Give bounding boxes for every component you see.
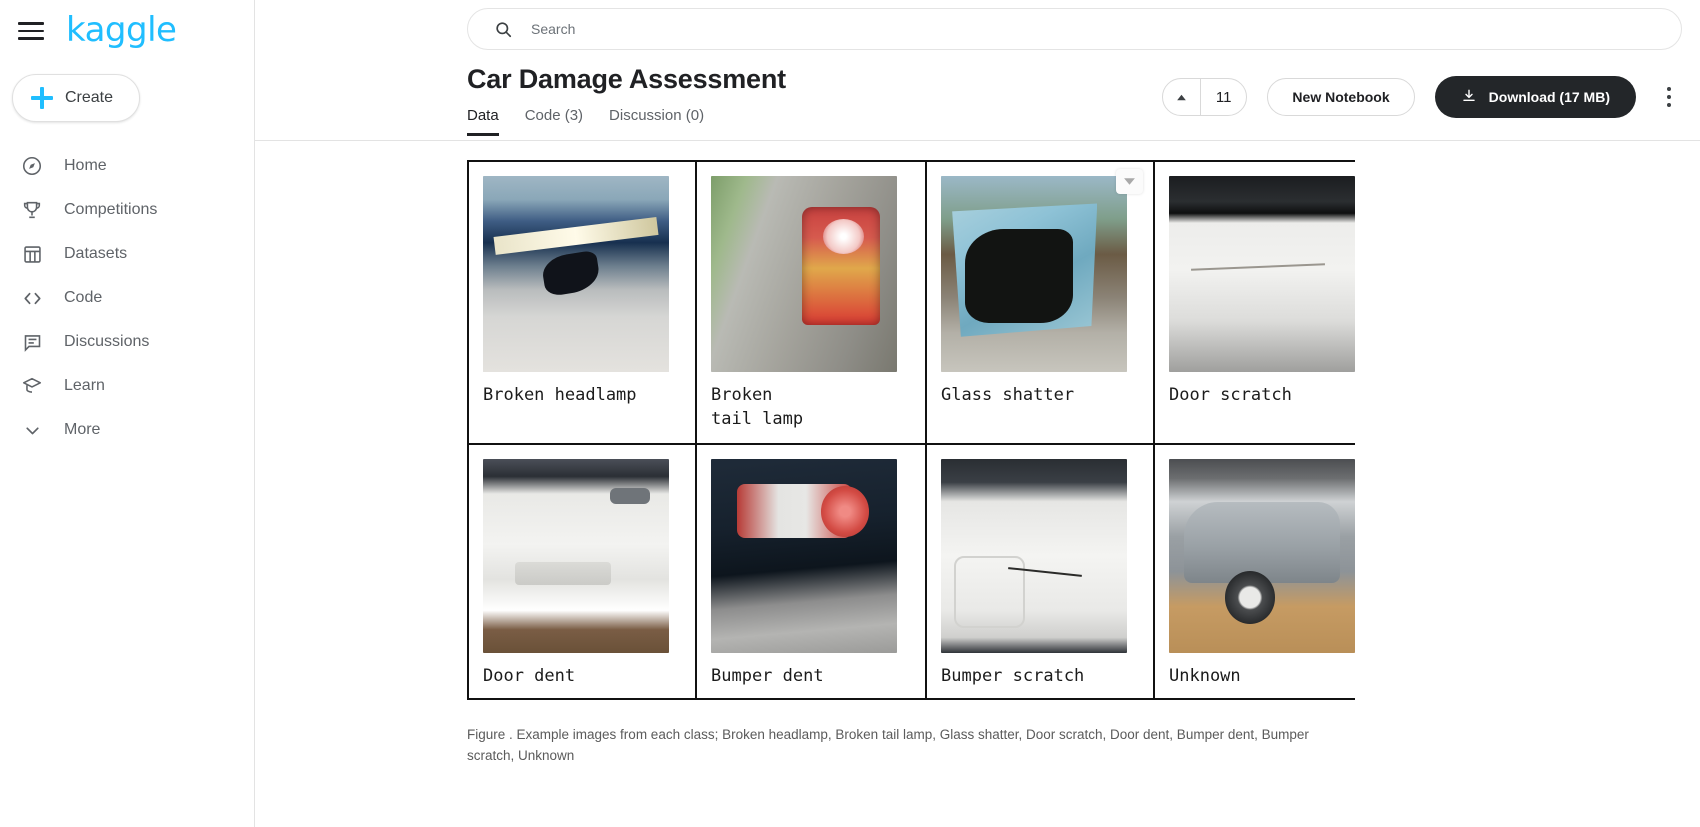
search-bar[interactable] <box>467 8 1682 50</box>
search-input[interactable] <box>531 21 1681 37</box>
download-button[interactable]: Download (17 MB) <box>1434 76 1636 118</box>
sidebar-item-label: More <box>64 421 101 438</box>
chevron-down-icon <box>20 418 44 442</box>
sidebar: kaggle Create Home Competitions Datasets… <box>0 0 255 827</box>
grid-cell-door-dent: Door dent <box>469 445 697 698</box>
comment-icon <box>20 330 44 354</box>
example-images-grid: Broken headlamp Broken tail lamp Glass s… <box>467 160 1355 700</box>
example-image <box>711 176 897 372</box>
figure-caption: Figure . Example images from each class;… <box>467 727 1309 764</box>
dataset-description-content: Broken headlamp Broken tail lamp Glass s… <box>255 141 1700 827</box>
create-button[interactable]: Create <box>12 74 140 122</box>
grid-cell-glass-shatter: Glass shatter <box>927 162 1155 445</box>
grid-cell-broken-headlamp: Broken headlamp <box>469 162 697 445</box>
upvote-icon[interactable] <box>1163 79 1201 115</box>
example-image <box>711 459 897 653</box>
vote-count: 11 <box>1215 88 1232 106</box>
sidebar-header: kaggle <box>0 0 254 62</box>
graduation-cap-icon <box>20 374 44 398</box>
tab-data[interactable]: Data <box>467 107 499 136</box>
sidebar-item-competitions[interactable]: Competitions <box>0 188 254 232</box>
download-icon <box>1461 88 1477 107</box>
compass-icon <box>20 154 44 178</box>
class-label: Glass shatter <box>941 385 1075 405</box>
example-image <box>941 459 1127 653</box>
example-image <box>941 176 1127 372</box>
plus-icon <box>31 87 53 109</box>
sidebar-item-more[interactable]: More <box>0 408 254 452</box>
sidebar-item-label: Competitions <box>64 201 158 218</box>
class-label: Door dent <box>483 665 576 686</box>
class-label: Bumper dent <box>711 665 824 686</box>
more-options-icon[interactable] <box>1656 80 1682 114</box>
example-image <box>483 176 669 372</box>
download-button-label: Download (17 MB) <box>1488 89 1610 105</box>
trophy-icon <box>20 198 44 222</box>
sidebar-nav: Home Competitions Datasets Code Discussi… <box>0 144 254 452</box>
tab-code[interactable]: Code (3) <box>525 107 583 136</box>
class-label: Bumper scratch <box>941 665 1085 686</box>
new-notebook-button[interactable]: New Notebook <box>1267 78 1415 116</box>
example-image <box>1169 459 1355 653</box>
example-image <box>1169 176 1355 372</box>
sidebar-item-label: Learn <box>64 377 105 394</box>
sidebar-item-home[interactable]: Home <box>0 144 254 188</box>
header-actions: 11 New Notebook Download (17 MB) <box>1161 76 1682 118</box>
grid-cell-door-scratch: Door scratch <box>1155 162 1355 445</box>
kaggle-dataset-page: kaggle Create Home Competitions Datasets… <box>0 0 1700 827</box>
grid-cell-bumper-scratch: Bumper scratch <box>927 445 1155 698</box>
code-brackets-icon <box>20 286 44 310</box>
class-label: Broken tail lamp <box>711 385 804 430</box>
sidebar-item-label: Home <box>64 157 107 174</box>
sidebar-item-label: Code <box>64 289 103 306</box>
kaggle-logo[interactable]: kaggle <box>66 13 177 47</box>
create-button-label: Create <box>65 89 114 106</box>
search-bar-container <box>255 0 1700 50</box>
sidebar-item-code[interactable]: Code <box>0 276 254 320</box>
search-icon <box>494 20 513 39</box>
example-image <box>483 459 669 653</box>
class-label: Door scratch <box>1169 385 1292 405</box>
main-content: Car Damage Assessment Data Code (3) Disc… <box>255 0 1700 827</box>
grid-cell-unknown: Unknown <box>1155 445 1355 698</box>
table-icon <box>20 242 44 266</box>
sidebar-item-label: Datasets <box>64 245 128 262</box>
grid-cell-broken-tail-lamp: Broken tail lamp <box>697 162 927 445</box>
chevron-down-icon[interactable] <box>1116 169 1143 194</box>
tab-discussion[interactable]: Discussion (0) <box>609 107 704 136</box>
class-label: Unknown <box>1169 665 1241 686</box>
vote-button-group[interactable]: 11 <box>1161 78 1248 116</box>
class-label: Broken headlamp <box>483 385 637 405</box>
sidebar-item-datasets[interactable]: Datasets <box>0 232 254 276</box>
grid-cell-bumper-dent: Bumper dent <box>697 445 927 698</box>
sidebar-item-learn[interactable]: Learn <box>0 364 254 408</box>
hamburger-menu-icon[interactable] <box>18 21 44 41</box>
figure-block: Broken headlamp Broken tail lamp Glass s… <box>255 141 1700 766</box>
sidebar-item-discussions[interactable]: Discussions <box>0 320 254 364</box>
sidebar-item-label: Discussions <box>64 333 150 350</box>
